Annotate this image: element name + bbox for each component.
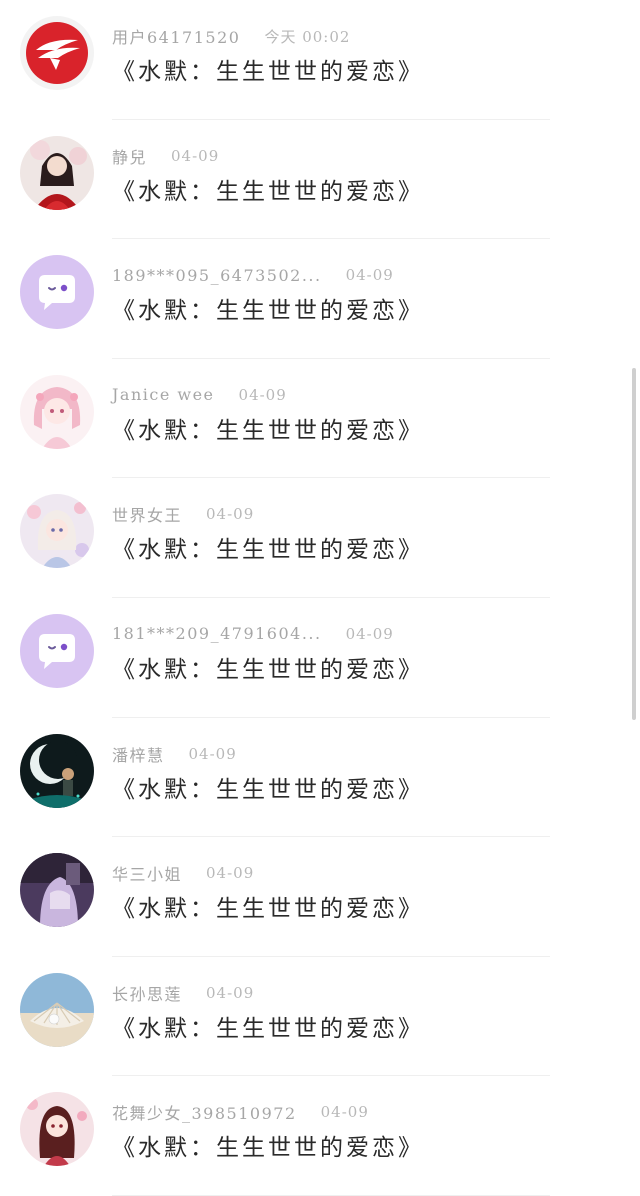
comment-meta: 长孙思莲 04-09: [112, 981, 254, 1005]
username[interactable]: 181***209_4791604...: [112, 624, 322, 643]
avatar-image: [20, 374, 94, 449]
username[interactable]: 189***095_6473502...: [112, 266, 322, 285]
comment-text: 《水默：生生世世的爱恋》: [112, 776, 424, 803]
avatar[interactable]: [20, 16, 94, 90]
comment-item[interactable]: 长孙思莲 04-09 《水默：生生世世的爱恋》: [0, 957, 640, 1077]
timestamp: 04-09: [188, 744, 237, 763]
comment-text: 《水默：生生世世的爱恋》: [112, 1135, 424, 1162]
avatar-image: [20, 1092, 94, 1167]
timestamp: 04-09: [206, 983, 255, 1002]
comment-item[interactable]: 用户64171520 今天 00:02 《水默：生生世世的爱恋》: [0, 0, 640, 120]
avatar[interactable]: [20, 733, 94, 808]
avatar[interactable]: [20, 135, 94, 210]
comment-text: 《水默：生生世世的爱恋》: [112, 178, 424, 205]
comment-item[interactable]: 世界女王 04-09 《水默：生生世世的爱恋》: [0, 478, 640, 598]
timestamp: 04-09: [238, 385, 287, 404]
comment-meta: 花舞少女_398510972 04-09: [112, 1100, 369, 1124]
username[interactable]: 世界女王: [112, 502, 182, 526]
timestamp: 04-09: [345, 624, 394, 643]
comment-meta: 181***209_4791604... 04-09: [112, 622, 394, 646]
comment-text: 《水默：生生世世的爱恋》: [112, 537, 424, 564]
comment-item[interactable]: Janice wee 04-09 《水默：生生世世的爱恋》: [0, 359, 640, 479]
avatar[interactable]: [20, 853, 94, 928]
avatar-image: [20, 255, 94, 330]
comment-item[interactable]: 潘梓慧 04-09 《水默：生生世世的爱恋》: [0, 718, 640, 838]
timestamp: 04-09: [206, 505, 255, 524]
avatar-image: [20, 494, 94, 569]
comment-item[interactable]: 189***095_6473502... 04-09 《水默：生生世世的爱恋》: [0, 239, 640, 359]
comment-meta: 用户64171520 今天 00:02: [112, 24, 350, 48]
comment-text: 《水默：生生世世的爱恋》: [112, 1015, 424, 1042]
comment-item[interactable]: 静兒 04-09 《水默：生生世世的爱恋》: [0, 120, 640, 240]
avatar[interactable]: [20, 374, 94, 449]
comment-meta: 189***095_6473502... 04-09: [112, 263, 394, 287]
avatar[interactable]: [20, 972, 94, 1047]
avatar-image: [20, 733, 94, 808]
comment-item[interactable]: 花舞少女_398510972 04-09 《水默：生生世世的爱恋》: [0, 1076, 640, 1196]
avatar[interactable]: [20, 494, 94, 569]
username[interactable]: 华三小姐: [112, 861, 182, 885]
comment-list: 用户64171520 今天 00:02 《水默：生生世世的爱恋》 静兒 04-09 《水默…: [0, 0, 640, 1196]
comment-text: 《水默：生生世世的爱恋》: [112, 417, 424, 444]
comment-text: 《水默：生生世世的爱恋》: [112, 896, 424, 923]
avatar-image: [20, 613, 94, 688]
avatar-image: [20, 972, 94, 1047]
avatar-image: [20, 135, 94, 210]
comment-meta: 潘梓慧 04-09: [112, 742, 237, 766]
username[interactable]: 用户64171520: [112, 24, 240, 48]
timestamp: 04-09: [320, 1103, 369, 1122]
avatar-image: [20, 853, 94, 928]
comment-text: 《水默：生生世世的爱恋》: [112, 59, 424, 85]
timestamp: 今天 00:02: [264, 27, 351, 46]
comment-text: 《水默：生生世世的爱恋》: [112, 298, 424, 325]
comment-item[interactable]: 181***209_4791604... 04-09 《水默：生生世世的爱恋》: [0, 598, 640, 718]
comment-meta: Janice wee 04-09: [112, 383, 287, 407]
comment-text: 《水默：生生世世的爱恋》: [112, 656, 424, 683]
avatar[interactable]: [20, 613, 94, 688]
timestamp: 04-09: [345, 266, 394, 285]
username[interactable]: 花舞少女_398510972: [112, 1100, 297, 1124]
timestamp: 04-09: [206, 864, 255, 883]
username[interactable]: 静兒: [112, 144, 147, 168]
timestamp: 04-09: [171, 146, 220, 165]
avatar[interactable]: [20, 255, 94, 330]
username[interactable]: Janice wee: [112, 385, 215, 404]
username[interactable]: 长孙思莲: [112, 981, 182, 1005]
comment-item[interactable]: 华三小姐 04-09 《水默：生生世世的爱恋》: [0, 837, 640, 957]
scrollbar[interactable]: [632, 368, 636, 720]
username[interactable]: 潘梓慧: [112, 742, 165, 766]
comment-meta: 静兒 04-09: [112, 144, 219, 168]
comment-meta: 华三小姐 04-09: [112, 861, 254, 885]
comment-meta: 世界女王 04-09: [112, 502, 254, 526]
avatar-image: [20, 16, 94, 90]
avatar[interactable]: [20, 1092, 94, 1167]
